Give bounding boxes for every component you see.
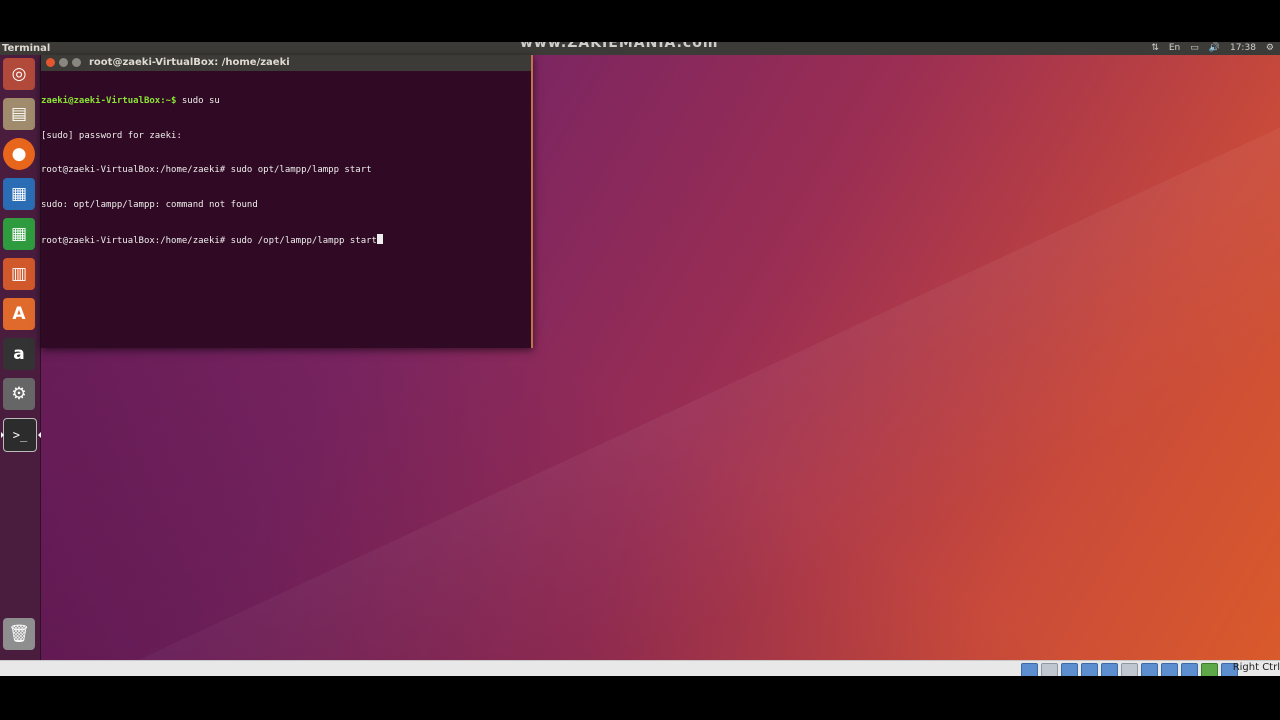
vm-screen: Terminal www.ZAKIEMANIA.com ⇅ En ▭ 🔊 17:… <box>0 42 1280 676</box>
unity-launcher: ◎ ▤ ● ▦ ▦ ▥ A a ⚙ >_ 🗑 <box>0 55 41 660</box>
firefox-icon[interactable]: ● <box>3 138 35 170</box>
optical-drive-icon[interactable] <box>1041 663 1058 676</box>
window-title: root@zaeki-VirtualBox: /home/zaeki <box>89 57 290 68</box>
minimize-icon[interactable] <box>59 58 68 67</box>
trash-icon[interactable]: 🗑 <box>3 618 35 650</box>
virtualbox-status-bar: Right Ctrl <box>0 660 1280 676</box>
terminal-titlebar[interactable]: root@zaeki-VirtualBox: /home/zaeki <box>41 55 531 71</box>
cpu-icon[interactable] <box>1181 663 1198 676</box>
display-icon[interactable] <box>1141 663 1158 676</box>
audio-icon[interactable] <box>1061 663 1078 676</box>
usb-icon[interactable] <box>1101 663 1118 676</box>
clock[interactable]: 17:38 <box>1230 42 1256 55</box>
video-capture-icon[interactable] <box>1161 663 1178 676</box>
terminal-line: root@zaeki-VirtualBox:/home/zaeki# sudo … <box>41 165 372 175</box>
keyboard-icon[interactable]: En <box>1169 42 1180 55</box>
active-app-name: Terminal <box>2 43 51 54</box>
hard-disk-icon[interactable] <box>1021 663 1038 676</box>
host-key-label: Right Ctrl <box>1232 662 1280 673</box>
text-cursor <box>376 234 383 244</box>
settings-icon[interactable]: ⚙ <box>3 378 35 410</box>
command-text: root@zaeki-VirtualBox:/home/zaeki# sudo … <box>41 236 377 246</box>
panel-indicators: ⇅ En ▭ 🔊 17:38 ⚙ <box>1151 42 1274 55</box>
files-icon[interactable]: ▤ <box>3 98 35 130</box>
user-prompt: zaeki@zaeki-VirtualBox:~$ <box>41 96 182 106</box>
terminal-line: [sudo] password for zaeki: <box>41 130 182 141</box>
vbox-device-icons <box>1021 663 1238 676</box>
terminal-line: zaeki@zaeki-VirtualBox:~$ sudo su <box>41 96 531 108</box>
watermark: www.ZAKIEMANIA.com <box>520 42 719 51</box>
power-icon[interactable]: ⚙ <box>1266 42 1274 55</box>
impress-icon[interactable]: ▥ <box>3 258 35 290</box>
terminal-window[interactable]: root@zaeki-VirtualBox: /home/zaeki zaeki… <box>41 55 533 348</box>
amazon-icon[interactable]: a <box>3 338 35 370</box>
close-icon[interactable] <box>46 58 55 67</box>
terminal-line: sudo: opt/lampp/lampp: command not found <box>41 199 258 210</box>
battery-icon[interactable]: ▭ <box>1190 42 1199 55</box>
shared-folders-icon[interactable] <box>1121 663 1138 676</box>
dash-icon[interactable]: ◎ <box>3 58 35 90</box>
mouse-integration-icon[interactable] <box>1201 663 1218 676</box>
maximize-icon[interactable] <box>72 58 81 67</box>
top-panel: Terminal www.ZAKIEMANIA.com ⇅ En ▭ 🔊 17:… <box>0 42 1280 55</box>
terminal-output[interactable]: zaeki@zaeki-VirtualBox:~$ sudo su [sudo]… <box>41 71 531 271</box>
command-text: sudo su <box>181 96 220 106</box>
network-adapter-icon[interactable] <box>1081 663 1098 676</box>
software-center-icon[interactable]: A <box>3 298 35 330</box>
network-icon[interactable]: ⇅ <box>1151 42 1159 55</box>
volume-icon[interactable]: 🔊 <box>1209 42 1220 55</box>
terminal-icon[interactable]: >_ <box>3 418 37 452</box>
terminal-line: root@zaeki-VirtualBox:/home/zaeki# sudo … <box>41 234 531 248</box>
writer-icon[interactable]: ▦ <box>3 178 35 210</box>
calc-icon[interactable]: ▦ <box>3 218 35 250</box>
